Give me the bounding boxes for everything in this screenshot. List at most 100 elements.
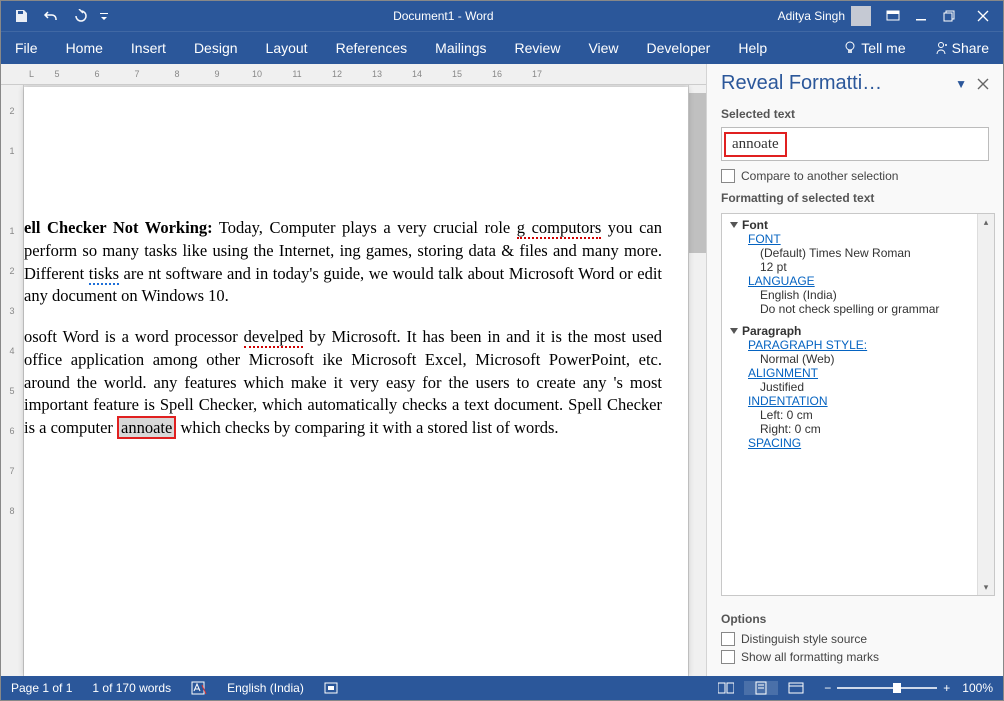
tab-developer[interactable]: Developer — [633, 32, 725, 64]
spellcheck-indicator[interactable] — [181, 676, 217, 700]
ruler-tick: 16 — [477, 69, 517, 79]
tab-mailings[interactable]: Mailings — [421, 32, 500, 64]
zoom-level[interactable]: 100% — [962, 681, 993, 695]
spacing-link[interactable]: SPACING — [730, 436, 974, 450]
ruler-tick: 3 — [9, 291, 14, 331]
close-icon — [977, 10, 989, 22]
paragraph-heading[interactable]: Paragraph — [730, 324, 974, 338]
macro-indicator[interactable] — [314, 676, 348, 700]
font-link[interactable]: FONT — [730, 232, 974, 246]
tab-design[interactable]: Design — [180, 32, 252, 64]
pane-close-button[interactable] — [973, 74, 993, 94]
status-bar: Page 1 of 1 1 of 170 words English (Indi… — [1, 676, 1003, 700]
tab-home[interactable]: Home — [52, 32, 117, 64]
ruler-tick: 2 — [9, 91, 14, 131]
spellcheck-error[interactable]: g computors — [517, 218, 601, 239]
zoom-out-button[interactable]: − — [824, 681, 831, 695]
selected-word[interactable]: annoate — [117, 416, 176, 439]
document-area: L 5 6 7 8 9 10 11 12 13 14 15 16 17 2 1 … — [1, 64, 706, 676]
macro-icon — [324, 681, 338, 695]
spellcheck-error[interactable]: develped — [244, 327, 304, 348]
tab-help[interactable]: Help — [724, 32, 781, 64]
ruler-tick: 13 — [357, 69, 397, 79]
tab-view[interactable]: View — [574, 32, 632, 64]
indentation-link[interactable]: INDENTATION — [730, 394, 974, 408]
ruler-tick: 9 — [197, 69, 237, 79]
horizontal-ruler[interactable]: L 5 6 7 8 9 10 11 12 13 14 15 16 17 — [1, 64, 706, 85]
indent-right-value: Right: 0 cm — [730, 422, 974, 436]
ribbon-options-button[interactable] — [879, 1, 907, 31]
alignment-link[interactable]: ALIGNMENT — [730, 366, 974, 380]
ruler-tick: 10 — [237, 69, 277, 79]
view-read-mode[interactable] — [708, 682, 744, 694]
grammar-error[interactable]: tisks — [89, 264, 119, 285]
ruler-tick: 12 — [317, 69, 357, 79]
scroll-up-button[interactable]: ▴ — [978, 214, 994, 230]
distinguish-style-checkbox[interactable]: Distinguish style source — [721, 630, 989, 648]
view-print-layout[interactable] — [744, 681, 778, 695]
pane-menu-button[interactable]: ▼ — [949, 77, 973, 91]
ruler-tick: 6 — [77, 69, 117, 79]
ruler-tick: 15 — [437, 69, 477, 79]
show-marks-checkbox[interactable]: Show all formatting marks — [721, 648, 989, 666]
zoom-in-button[interactable]: + — [943, 681, 950, 695]
minimize-button[interactable] — [907, 1, 935, 31]
restore-button[interactable] — [935, 1, 963, 31]
paragraph[interactable]: osoft Word is a word processor develped … — [24, 326, 662, 440]
word-count[interactable]: 1 of 170 words — [82, 676, 181, 700]
zoom-slider[interactable] — [837, 687, 937, 689]
close-button[interactable] — [963, 1, 1003, 31]
tab-file[interactable]: File — [1, 32, 52, 64]
language-link[interactable]: LANGUAGE — [730, 274, 974, 288]
ruler-tick: 17 — [517, 69, 557, 79]
vertical-ruler[interactable]: 2 1 1 2 3 4 5 6 7 8 — [1, 85, 24, 676]
language-indicator[interactable]: English (India) — [217, 676, 314, 700]
paragraph-style-link[interactable]: PARAGRAPH STYLE: — [730, 338, 974, 352]
ruler-tick: 8 — [9, 491, 14, 531]
checkbox-icon — [721, 632, 735, 646]
qat-customize-button[interactable] — [97, 1, 111, 31]
scroll-down-button[interactable]: ▾ — [978, 579, 994, 595]
save-button[interactable] — [7, 1, 35, 31]
compare-label: Compare to another selection — [741, 169, 898, 183]
document-body: 2 1 1 2 3 4 5 6 7 8 ell Checker Not Work… — [1, 85, 706, 676]
ruler-tick: 5 — [9, 371, 14, 411]
ruler-tick: 1 — [9, 211, 14, 251]
alignment-value: Justified — [730, 380, 974, 394]
tab-references[interactable]: References — [322, 32, 422, 64]
selected-text-value: annoate — [724, 132, 787, 157]
tell-me-label: Tell me — [861, 40, 905, 56]
user-name: Aditya Singh — [778, 9, 845, 23]
zoom-slider-thumb[interactable] — [893, 683, 901, 693]
page-canvas[interactable]: ell Checker Not Working: Today, Computer… — [24, 87, 688, 676]
page-indicator[interactable]: Page 1 of 1 — [1, 676, 82, 700]
bold-text: ell Checker Not Working: — [24, 218, 213, 237]
tab-layout[interactable]: Layout — [252, 32, 322, 64]
redo-button[interactable] — [67, 1, 95, 31]
scrollbar-thumb[interactable] — [689, 93, 706, 253]
pane-scrollbar[interactable]: ▴ ▾ — [977, 214, 994, 595]
formatting-tree[interactable]: Font FONT (Default) Times New Roman 12 p… — [721, 213, 995, 596]
language-value: English (India) — [730, 288, 974, 302]
ruler-tick: 5 — [37, 69, 77, 79]
vertical-scrollbar[interactable] — [688, 85, 706, 676]
share-icon — [934, 41, 948, 55]
ruler-tick: 7 — [117, 69, 157, 79]
title-bar: Document1 - Word Aditya Singh — [1, 1, 1003, 31]
save-icon — [14, 9, 28, 23]
compare-checkbox[interactable]: Compare to another selection — [707, 167, 1003, 185]
user-area[interactable]: Aditya Singh — [770, 6, 879, 26]
paragraph[interactable]: ell Checker Not Working: Today, Computer… — [24, 217, 662, 308]
tell-me-button[interactable]: Tell me — [829, 32, 919, 64]
read-mode-icon — [718, 682, 734, 694]
zoom-control[interactable]: − + 100% — [814, 681, 1003, 695]
tab-insert[interactable]: Insert — [117, 32, 180, 64]
share-button[interactable]: Share — [920, 32, 1003, 64]
print-layout-icon — [754, 681, 768, 695]
font-heading[interactable]: Font — [730, 218, 974, 232]
spellcheck-icon — [191, 681, 207, 695]
tab-review[interactable]: Review — [501, 32, 575, 64]
undo-button[interactable] — [37, 1, 65, 31]
view-web-layout[interactable] — [778, 682, 814, 694]
distinguish-style-label: Distinguish style source — [741, 632, 867, 646]
